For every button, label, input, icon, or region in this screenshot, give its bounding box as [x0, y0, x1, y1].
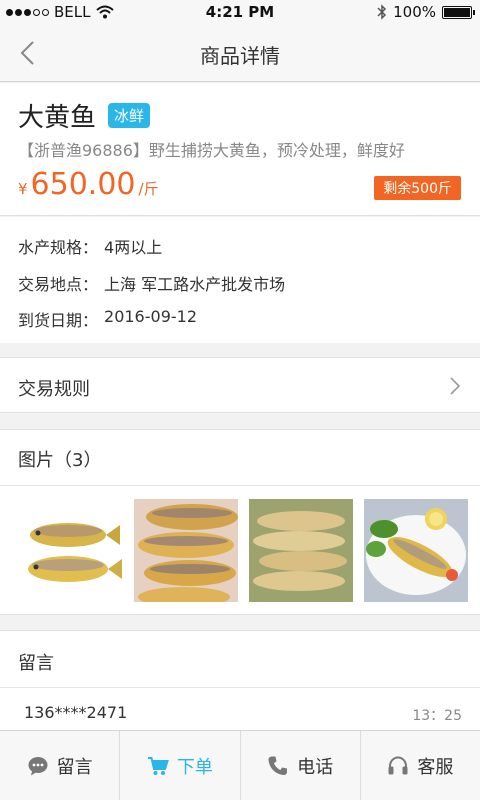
chevron-right-icon	[450, 377, 461, 395]
fish-photo-icon	[364, 499, 468, 602]
photo-thumbnail[interactable]	[249, 499, 353, 602]
tab-phone[interactable]: 电话	[241, 731, 361, 800]
spec-value: 4两以上	[104, 238, 163, 257]
product-price: 650.00	[30, 167, 136, 202]
headset-icon	[388, 755, 408, 774]
status-bar: BELL 4:21 PM 100%	[0, 0, 480, 24]
currency-symbol: ¥	[18, 180, 28, 198]
product-name: 大黄鱼	[18, 103, 97, 133]
cart-icon	[147, 756, 169, 775]
photos-label: 图片（3）	[18, 450, 102, 471]
battery-icon	[442, 5, 475, 19]
bluetooth-icon	[377, 4, 387, 20]
photo-thumbnail[interactable]	[364, 499, 468, 602]
spec-label: 到货日期：	[18, 311, 99, 330]
comments-label: 留言	[18, 653, 54, 674]
battery-percent: 100%	[393, 3, 436, 21]
product-tag: 冰鲜	[108, 103, 151, 128]
product-specs: 水产规格： 4两以上 交易地点： 上海 军工路水产批发市场 到货日期： 2016…	[0, 217, 480, 343]
product-summary: 大黄鱼 冰鲜 【浙普渔96886】野生捕捞大黄鱼，预冷处理，鲜度好 ¥ 650.…	[0, 83, 480, 216]
spec-value: 2016-09-12	[104, 307, 197, 326]
price-unit: /斤	[138, 180, 159, 198]
page-title: 商品详情	[200, 44, 280, 68]
spec-row-date: 到货日期： 2016-09-12	[18, 307, 197, 331]
nav-bar: 商品详情	[0, 24, 480, 82]
spec-label: 交易地点：	[18, 275, 99, 294]
fish-photo-icon	[134, 499, 238, 602]
photo-thumbnail[interactable]	[18, 499, 122, 602]
photo-thumbnail[interactable]	[134, 499, 238, 602]
price-row: ¥ 650.00 /斤	[18, 167, 159, 202]
tab-label: 留言	[56, 756, 93, 778]
comment-time: 13：25	[412, 708, 462, 724]
spec-value: 上海 军工路水产批发市场	[104, 275, 286, 294]
fish-photo-icon	[249, 499, 353, 602]
phone-icon	[268, 756, 288, 775]
fish-photo-icon	[18, 499, 122, 602]
product-description: 【浙普渔96886】野生捕捞大黄鱼，预冷处理，鲜度好	[18, 141, 405, 160]
tab-label: 电话	[297, 756, 334, 778]
tab-label: 下单	[176, 756, 213, 778]
tab-message[interactable]: 留言	[0, 731, 121, 800]
trading-rules-label: 交易规则	[18, 379, 90, 400]
trading-rules-row[interactable]: 交易规则	[0, 357, 480, 413]
tab-order[interactable]: 下单	[120, 731, 241, 800]
bottom-action-bar: 留言 下单 电话 客服	[0, 730, 480, 800]
spec-label: 水产规格：	[18, 238, 99, 257]
stock-badge: 剩余500斤	[374, 176, 461, 200]
tab-customer-service[interactable]: 客服	[361, 731, 480, 800]
spec-row-location: 交易地点： 上海 军工路水产批发市场	[18, 271, 285, 295]
photos-section: 图片（3）	[0, 429, 480, 615]
chat-icon	[28, 756, 48, 775]
tab-label: 客服	[417, 756, 454, 778]
comments-section: 留言 136****2471 13：25	[0, 630, 480, 730]
comment-user: 136****2471	[24, 703, 128, 722]
spec-row-size: 水产规格： 4两以上	[18, 234, 162, 258]
